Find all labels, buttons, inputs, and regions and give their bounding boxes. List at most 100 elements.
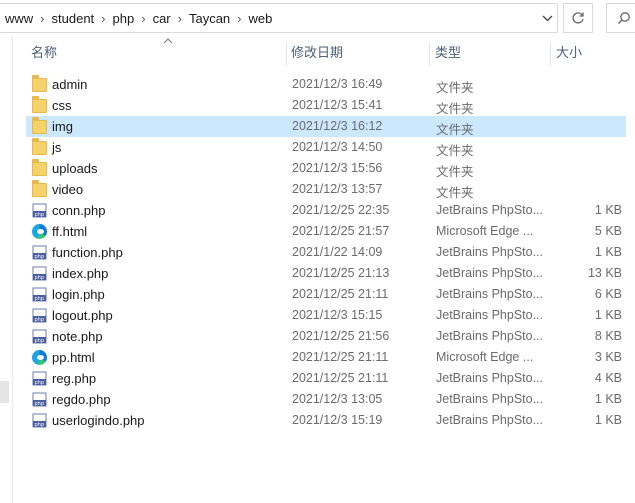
column-header-type[interactable]: 类型 — [430, 44, 550, 70]
file-name: logout.php — [52, 308, 113, 323]
list-item[interactable]: video 2021/12/3 13:57 文件夹 — [26, 179, 626, 200]
file-size: 3 KB — [594, 350, 622, 364]
svg-text:php: php — [35, 401, 45, 407]
file-date: 2021/12/3 14:50 — [292, 140, 383, 154]
breadcrumb-php[interactable]: php — [113, 11, 135, 26]
file-type: JetBrains PhpSto... — [436, 413, 544, 427]
list-item[interactable]: php conn.php 2021/12/25 22:35 JetBrains … — [26, 200, 626, 221]
list-item[interactable]: php login.php 2021/12/25 21:11 JetBrains… — [26, 284, 626, 305]
php-file-icon: php — [31, 412, 48, 429]
chevron-right-icon[interactable]: › — [178, 11, 182, 26]
svg-text:php: php — [35, 254, 45, 260]
file-date: 2021/12/3 13:05 — [292, 392, 383, 406]
address-bar[interactable]: www › student › php › car › Taycan › web — [0, 3, 558, 33]
column-header-bar: 名称 修改日期 类型 大小 — [13, 36, 635, 70]
file-type: JetBrains PhpSto... — [436, 308, 544, 322]
list-item[interactable]: uploads 2021/12/3 15:56 文件夹 — [26, 158, 626, 179]
list-item[interactable]: php function.php 2021/1/22 14:09 JetBrai… — [26, 242, 626, 263]
file-name: pp.html — [52, 350, 95, 365]
folder-icon — [31, 180, 48, 198]
file-type: JetBrains PhpSto... — [436, 329, 544, 343]
folder-icon — [31, 117, 48, 135]
file-date: 2021/12/25 21:57 — [292, 224, 390, 238]
file-name: img — [52, 119, 73, 134]
svg-text:php: php — [35, 338, 45, 344]
file-type: 文件夹 — [436, 81, 474, 95]
file-name: userlogindo.php — [52, 413, 145, 428]
file-size: 1 KB — [594, 203, 622, 217]
file-name: uploads — [52, 161, 98, 176]
list-item[interactable]: php regdo.php 2021/12/3 13:05 JetBrains … — [26, 389, 626, 410]
breadcrumb-web[interactable]: web — [249, 11, 273, 26]
file-size: 6 KB — [594, 287, 622, 301]
file-name: reg.php — [52, 371, 97, 386]
file-date: 2021/12/3 15:56 — [292, 161, 383, 175]
search-icon — [618, 12, 630, 24]
folder-icon — [31, 138, 48, 156]
column-header-name[interactable]: 名称 — [26, 44, 286, 70]
file-type: JetBrains PhpSto... — [436, 371, 544, 385]
file-name: function.php — [52, 245, 123, 260]
list-item[interactable]: php userlogindo.php 2021/12/3 15:19 JetB… — [26, 410, 626, 431]
folder-icon — [31, 75, 48, 93]
list-item[interactable]: php logout.php 2021/12/3 15:15 JetBrains… — [26, 305, 626, 326]
column-header-size[interactable]: 大小 — [551, 44, 631, 70]
breadcrumb-taycan[interactable]: Taycan — [189, 11, 230, 26]
file-size: 13 KB — [587, 266, 622, 280]
php-file-icon: php — [31, 244, 48, 261]
nav-selection-marker — [0, 381, 9, 403]
svg-text:php: php — [35, 422, 45, 428]
file-type: JetBrains PhpSto... — [436, 392, 544, 406]
chevron-right-icon[interactable]: › — [40, 11, 44, 26]
file-name: note.php — [52, 329, 103, 344]
list-item-selected[interactable]: img 2021/12/3 16:12 文件夹 — [26, 116, 626, 137]
list-item[interactable]: ff.html 2021/12/25 21:57 Microsoft Edge … — [26, 221, 626, 242]
column-header-date[interactable]: 修改日期 — [286, 44, 429, 70]
folder-icon — [31, 159, 48, 177]
file-type: JetBrains PhpSto... — [436, 287, 544, 301]
svg-text:php: php — [35, 317, 45, 323]
list-item[interactable]: php index.php 2021/12/25 21:13 JetBrains… — [26, 263, 626, 284]
file-type: Microsoft Edge ... — [436, 224, 534, 238]
file-date: 2021/12/3 16:49 — [292, 77, 383, 91]
breadcrumb-car[interactable]: car — [153, 11, 171, 26]
chevron-right-icon[interactable]: › — [141, 11, 145, 26]
list-item[interactable]: pp.html 2021/12/25 21:11 Microsoft Edge … — [26, 347, 626, 368]
file-type: JetBrains PhpSto... — [436, 203, 544, 217]
file-type: Microsoft Edge ... — [436, 350, 534, 364]
file-name: video — [52, 182, 84, 197]
file-date: 2021/12/25 21:13 — [292, 266, 390, 280]
php-file-icon: php — [31, 328, 48, 345]
file-size: 1 KB — [594, 392, 622, 406]
file-name: admin — [52, 77, 88, 92]
svg-text:php: php — [35, 212, 45, 218]
chevron-right-icon[interactable]: › — [237, 11, 241, 26]
svg-text:php: php — [35, 380, 45, 386]
file-name: index.php — [52, 266, 109, 281]
edge-html-icon — [31, 349, 48, 366]
list-item[interactable]: php reg.php 2021/12/25 21:11 JetBrains P… — [26, 368, 626, 389]
file-size: 1 KB — [594, 245, 622, 259]
file-type: 文件夹 — [436, 186, 474, 200]
chevron-right-icon[interactable]: › — [101, 11, 105, 26]
file-date: 2021/12/3 15:15 — [292, 308, 383, 322]
php-file-icon: php — [31, 391, 48, 408]
file-type: JetBrains PhpSto... — [436, 266, 544, 280]
list-item[interactable]: js 2021/12/3 14:50 文件夹 — [26, 137, 626, 158]
breadcrumb-student[interactable]: student — [52, 11, 95, 26]
refresh-button[interactable] — [563, 3, 593, 33]
navigation-pane[interactable] — [0, 36, 13, 503]
file-date: 2021/12/3 15:19 — [292, 413, 383, 427]
file-date: 2021/12/25 21:11 — [292, 371, 389, 385]
file-name: conn.php — [52, 203, 106, 218]
chevron-down-icon[interactable] — [537, 4, 557, 32]
list-item[interactable]: php note.php 2021/12/25 21:56 JetBrains … — [26, 326, 626, 347]
search-input[interactable] — [606, 3, 635, 33]
file-size: 5 KB — [594, 224, 622, 238]
file-date: 2021/12/3 15:41 — [292, 98, 383, 112]
breadcrumb-www[interactable]: www — [5, 11, 33, 26]
file-size: 1 KB — [594, 308, 622, 322]
list-item[interactable]: admin 2021/12/3 16:49 文件夹 — [26, 74, 626, 95]
file-size: 4 KB — [594, 371, 622, 385]
list-item[interactable]: css 2021/12/3 15:41 文件夹 — [26, 95, 626, 116]
